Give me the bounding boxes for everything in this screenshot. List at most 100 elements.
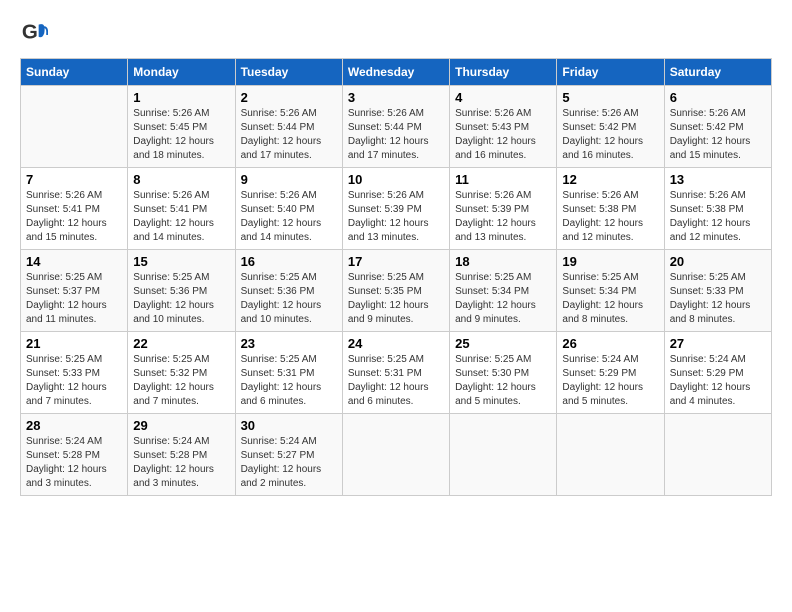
day-number: 8 bbox=[133, 172, 229, 187]
day-number: 7 bbox=[26, 172, 122, 187]
day-number: 29 bbox=[133, 418, 229, 433]
calendar-cell bbox=[664, 414, 771, 496]
calendar-cell: 25 Sunrise: 5:25 AMSunset: 5:30 PMDayligh… bbox=[450, 332, 557, 414]
day-info: Sunrise: 5:25 AMSunset: 5:30 PMDaylight:… bbox=[455, 353, 551, 409]
day-number: 3 bbox=[348, 90, 444, 105]
day-number: 17 bbox=[348, 254, 444, 269]
day-info: Sunrise: 5:26 AMSunset: 5:44 PMDaylight:… bbox=[241, 107, 337, 163]
calendar-cell: 9 Sunrise: 5:26 AMSunset: 5:40 PMDaylight… bbox=[235, 168, 342, 250]
day-info: Sunrise: 5:25 AMSunset: 5:35 PMDaylight:… bbox=[348, 271, 444, 327]
header-thursday: Thursday bbox=[450, 59, 557, 86]
day-number: 2 bbox=[241, 90, 337, 105]
calendar-cell: 8 Sunrise: 5:26 AMSunset: 5:41 PMDaylight… bbox=[128, 168, 235, 250]
calendar-cell: 1 Sunrise: 5:26 AMSunset: 5:45 PMDaylight… bbox=[128, 86, 235, 168]
day-info: Sunrise: 5:26 AMSunset: 5:44 PMDaylight:… bbox=[348, 107, 444, 163]
header-monday: Monday bbox=[128, 59, 235, 86]
calendar-cell: 11 Sunrise: 5:26 AMSunset: 5:39 PMDayligh… bbox=[450, 168, 557, 250]
day-number: 22 bbox=[133, 336, 229, 351]
svg-text:G: G bbox=[22, 21, 38, 44]
day-number: 26 bbox=[562, 336, 658, 351]
calendar-cell: 30 Sunrise: 5:24 AMSunset: 5:27 PMDayligh… bbox=[235, 414, 342, 496]
calendar-header: SundayMondayTuesdayWednesdayThursdayFrid… bbox=[21, 59, 772, 86]
calendar-cell: 2 Sunrise: 5:26 AMSunset: 5:44 PMDaylight… bbox=[235, 86, 342, 168]
calendar-cell bbox=[21, 86, 128, 168]
day-info: Sunrise: 5:25 AMSunset: 5:33 PMDaylight:… bbox=[670, 271, 766, 327]
calendar-week-0: 1 Sunrise: 5:26 AMSunset: 5:45 PMDaylight… bbox=[21, 86, 772, 168]
logo: G bbox=[20, 20, 52, 48]
day-number: 28 bbox=[26, 418, 122, 433]
day-number: 14 bbox=[26, 254, 122, 269]
calendar-week-2: 14 Sunrise: 5:25 AMSunset: 5:37 PMDayligh… bbox=[21, 250, 772, 332]
calendar-week-3: 21 Sunrise: 5:25 AMSunset: 5:33 PMDayligh… bbox=[21, 332, 772, 414]
calendar-cell: 15 Sunrise: 5:25 AMSunset: 5:36 PMDayligh… bbox=[128, 250, 235, 332]
calendar-cell: 18 Sunrise: 5:25 AMSunset: 5:34 PMDayligh… bbox=[450, 250, 557, 332]
day-info: Sunrise: 5:25 AMSunset: 5:34 PMDaylight:… bbox=[562, 271, 658, 327]
day-info: Sunrise: 5:26 AMSunset: 5:42 PMDaylight:… bbox=[562, 107, 658, 163]
day-info: Sunrise: 5:25 AMSunset: 5:33 PMDaylight:… bbox=[26, 353, 122, 409]
day-info: Sunrise: 5:24 AMSunset: 5:29 PMDaylight:… bbox=[670, 353, 766, 409]
header-tuesday: Tuesday bbox=[235, 59, 342, 86]
day-info: Sunrise: 5:26 AMSunset: 5:38 PMDaylight:… bbox=[670, 189, 766, 245]
day-number: 19 bbox=[562, 254, 658, 269]
calendar-cell bbox=[450, 414, 557, 496]
day-number: 4 bbox=[455, 90, 551, 105]
day-number: 27 bbox=[670, 336, 766, 351]
calendar-table: SundayMondayTuesdayWednesdayThursdayFrid… bbox=[20, 58, 772, 496]
calendar-cell: 17 Sunrise: 5:25 AMSunset: 5:35 PMDayligh… bbox=[342, 250, 449, 332]
calendar-cell: 20 Sunrise: 5:25 AMSunset: 5:33 PMDayligh… bbox=[664, 250, 771, 332]
calendar-cell: 10 Sunrise: 5:26 AMSunset: 5:39 PMDayligh… bbox=[342, 168, 449, 250]
day-number: 30 bbox=[241, 418, 337, 433]
calendar-cell: 16Sunrise: 5:25 AMSunset: 5:36 PMDayligh… bbox=[235, 250, 342, 332]
day-info: Sunrise: 5:26 AMSunset: 5:38 PMDaylight:… bbox=[562, 189, 658, 245]
day-number: 12 bbox=[562, 172, 658, 187]
calendar-cell: 7 Sunrise: 5:26 AMSunset: 5:41 PMDaylight… bbox=[21, 168, 128, 250]
calendar-cell: 12 Sunrise: 5:26 AMSunset: 5:38 PMDayligh… bbox=[557, 168, 664, 250]
day-info: Sunrise: 5:26 AMSunset: 5:39 PMDaylight:… bbox=[348, 189, 444, 245]
day-number: 10 bbox=[348, 172, 444, 187]
day-number: 9 bbox=[241, 172, 337, 187]
calendar-cell: 21 Sunrise: 5:25 AMSunset: 5:33 PMDayligh… bbox=[21, 332, 128, 414]
calendar-cell: 3 Sunrise: 5:26 AMSunset: 5:44 PMDaylight… bbox=[342, 86, 449, 168]
day-info: Sunrise: 5:26 AMSunset: 5:40 PMDaylight:… bbox=[241, 189, 337, 245]
day-info: Sunrise: 5:26 AMSunset: 5:41 PMDaylight:… bbox=[26, 189, 122, 245]
day-info: Sunrise: 5:25 AMSunset: 5:36 PMDaylight:… bbox=[133, 271, 229, 327]
day-number: 18 bbox=[455, 254, 551, 269]
header-saturday: Saturday bbox=[664, 59, 771, 86]
day-number: 13 bbox=[670, 172, 766, 187]
header-sunday: Sunday bbox=[21, 59, 128, 86]
day-info: Sunrise: 5:25 AMSunset: 5:37 PMDaylight:… bbox=[26, 271, 122, 327]
day-info: Sunrise: 5:25 AMSunset: 5:31 PMDaylight:… bbox=[348, 353, 444, 409]
day-info: Sunrise: 5:24 AMSunset: 5:29 PMDaylight:… bbox=[562, 353, 658, 409]
day-info: Sunrise: 5:24 AMSunset: 5:27 PMDaylight:… bbox=[241, 435, 337, 491]
calendar-cell: 24 Sunrise: 5:25 AMSunset: 5:31 PMDayligh… bbox=[342, 332, 449, 414]
day-number: 24 bbox=[348, 336, 444, 351]
day-info: Sunrise: 5:26 AMSunset: 5:43 PMDaylight:… bbox=[455, 107, 551, 163]
calendar-cell: 27 Sunrise: 5:24 AMSunset: 5:29 PMDayligh… bbox=[664, 332, 771, 414]
day-info: Sunrise: 5:25 AMSunset: 5:36 PMDaylight:… bbox=[241, 271, 337, 327]
day-number: 23 bbox=[241, 336, 337, 351]
calendar-cell: 19 Sunrise: 5:25 AMSunset: 5:34 PMDayligh… bbox=[557, 250, 664, 332]
day-number: 11 bbox=[455, 172, 551, 187]
calendar-week-1: 7 Sunrise: 5:26 AMSunset: 5:41 PMDaylight… bbox=[21, 168, 772, 250]
day-number: 25 bbox=[455, 336, 551, 351]
header-wednesday: Wednesday bbox=[342, 59, 449, 86]
day-number: 21 bbox=[26, 336, 122, 351]
calendar-cell: 6Sunrise: 5:26 AMSunset: 5:42 PMDaylight… bbox=[664, 86, 771, 168]
day-number: 5 bbox=[562, 90, 658, 105]
calendar-cell: 4 Sunrise: 5:26 AMSunset: 5:43 PMDaylight… bbox=[450, 86, 557, 168]
calendar-cell bbox=[342, 414, 449, 496]
calendar-cell: 29 Sunrise: 5:24 AMSunset: 5:28 PMDayligh… bbox=[128, 414, 235, 496]
day-info: Sunrise: 5:26 AMSunset: 5:45 PMDaylight:… bbox=[133, 107, 229, 163]
day-number: 20 bbox=[670, 254, 766, 269]
day-info: Sunrise: 5:24 AMSunset: 5:28 PMDaylight:… bbox=[26, 435, 122, 491]
calendar-cell: 23Sunrise: 5:25 AMSunset: 5:31 PMDayligh… bbox=[235, 332, 342, 414]
day-number: 1 bbox=[133, 90, 229, 105]
day-number: 15 bbox=[133, 254, 229, 269]
calendar-cell: 14 Sunrise: 5:25 AMSunset: 5:37 PMDayligh… bbox=[21, 250, 128, 332]
day-info: Sunrise: 5:26 AMSunset: 5:41 PMDaylight:… bbox=[133, 189, 229, 245]
day-info: Sunrise: 5:25 AMSunset: 5:34 PMDaylight:… bbox=[455, 271, 551, 327]
calendar-cell: 22Sunrise: 5:25 AMSunset: 5:32 PMDayligh… bbox=[128, 332, 235, 414]
day-info: Sunrise: 5:26 AMSunset: 5:39 PMDaylight:… bbox=[455, 189, 551, 245]
day-info: Sunrise: 5:24 AMSunset: 5:28 PMDaylight:… bbox=[133, 435, 229, 491]
calendar-cell: 28 Sunrise: 5:24 AMSunset: 5:28 PMDayligh… bbox=[21, 414, 128, 496]
